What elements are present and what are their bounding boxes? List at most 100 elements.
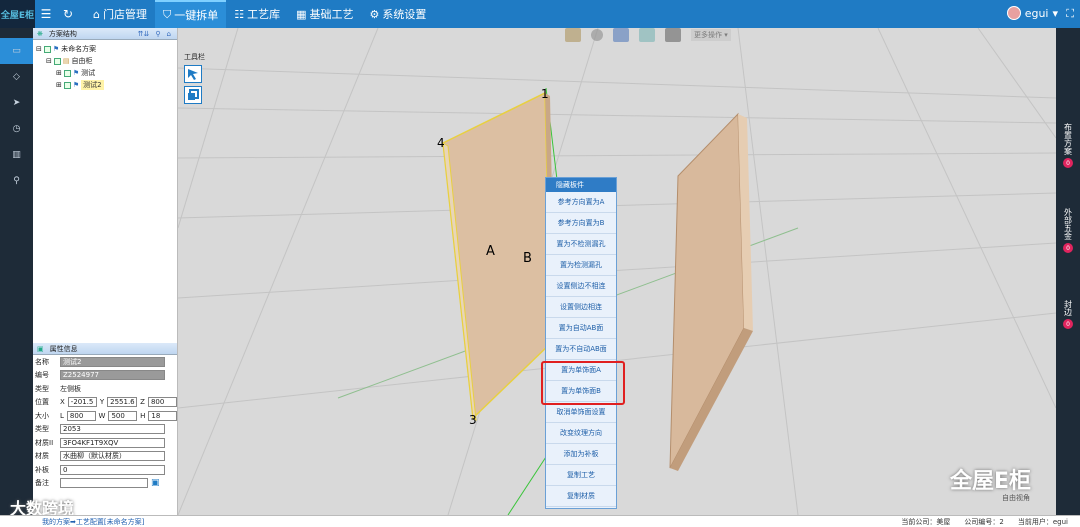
- ctx-no-auto-ab[interactable]: 置为不自动AB面: [546, 339, 616, 360]
- viewport-toolbar: 更多操作 ▾: [565, 28, 731, 42]
- diamond-icon[interactable]: ◇: [0, 64, 33, 90]
- properties-header: ▣ 属性信息: [33, 343, 177, 355]
- panel-test2[interactable]: [442, 91, 555, 422]
- more-ops-dropdown[interactable]: 更多操作 ▾: [691, 29, 731, 41]
- checkbox[interactable]: [63, 81, 71, 89]
- board-icon: ⚑: [72, 69, 80, 77]
- floor-grid: [177, 27, 1057, 516]
- corner-label-3: 3: [469, 413, 477, 427]
- toolbox: 工具栏: [184, 52, 205, 104]
- prop-material: 材质 水曲柳（默认材质）: [33, 450, 177, 464]
- checkbox[interactable]: [63, 69, 71, 77]
- scheme-tree-panel: ❋ 方案结构 ⇈⇊ ⚲ ⌂ ⊟ ⚑ 未命名方案 ⊟ ▤ 自由柜 ⊞ ⚑ 测试 ⊞ ⚑ 测试2: [33, 28, 178, 343]
- pos-x-field[interactable]: -201.5: [67, 397, 97, 408]
- nav-process-library[interactable]: ☷ 工艺库: [226, 0, 288, 28]
- username: egui: [1024, 6, 1049, 20]
- corner-label-1: 1: [541, 87, 549, 101]
- note-field[interactable]: [60, 478, 148, 489]
- tree-header: ❋ 方案结构 ⇈⇊ ⚲ ⌂: [33, 28, 177, 40]
- count-badge: 0: [1063, 319, 1073, 329]
- fullscreen-icon[interactable]: ⛶: [1066, 7, 1074, 21]
- 3d-viewport[interactable]: 1 4 3 A B: [177, 27, 1057, 516]
- ctx-add-patch[interactable]: 添加为补板: [546, 444, 616, 465]
- clock-icon[interactable]: ◷: [0, 116, 33, 142]
- tree-title: 方案结构: [48, 29, 77, 38]
- refresh-icon[interactable]: ↻: [57, 7, 79, 21]
- prop-size: 大小 L 800 W 500 H 18: [33, 409, 178, 423]
- size-h-field[interactable]: 18: [148, 410, 178, 421]
- face-label-a: A: [486, 244, 495, 259]
- ctx-auto-ab[interactable]: 置为自动AB面: [546, 318, 616, 339]
- tab-edge-banding[interactable]: 封边 0: [1056, 300, 1080, 329]
- patch-field[interactable]: 0: [60, 464, 165, 475]
- avatar: [1006, 6, 1021, 20]
- chevron-down-icon: ▾: [1052, 6, 1058, 20]
- save-icon[interactable]: ▣: [151, 478, 160, 488]
- target-tool-icon[interactable]: [591, 29, 603, 41]
- menu-icon[interactable]: ☰: [35, 7, 57, 21]
- material-field[interactable]: 水曲柳（默认材质）: [60, 451, 165, 462]
- home-icon[interactable]: ⌂: [167, 30, 171, 38]
- ctx-no-detect-holes[interactable]: 置为不检测漏孔: [546, 234, 616, 255]
- folder-icon: ▤: [62, 57, 70, 65]
- checkbox[interactable]: [53, 57, 61, 65]
- material-code-field[interactable]: 3FO4KF1T9XQV: [60, 437, 165, 448]
- ctx-copy-material[interactable]: 复制材质: [546, 486, 616, 507]
- flag-icon: ⚑: [52, 45, 60, 53]
- tree-node-test[interactable]: ⊞ ⚑ 测试: [33, 67, 177, 79]
- count-badge: 0: [1063, 158, 1073, 168]
- user-menu[interactable]: egui ▾: [1006, 6, 1058, 20]
- ctx-hide-panel[interactable]: 隐藏板件: [546, 178, 616, 192]
- info-icon: ▣: [37, 344, 44, 353]
- lightning-tool-icon[interactable]: [665, 28, 681, 42]
- collapse-all-icon[interactable]: ⇈⇊: [138, 30, 150, 38]
- layers-tool-icon[interactable]: [613, 28, 629, 42]
- corner-label-4: 4: [437, 136, 445, 150]
- grid-icon: ▦: [296, 7, 307, 21]
- pos-z-field[interactable]: 800: [147, 397, 177, 408]
- top-bar: 全屋E柜 ☰ ↻ ⌂ 门店管理 ⛉ 一键拆单 ☷ 工艺库 ▦ 基础工艺 ⚙ 系统设置 eg…: [0, 0, 1080, 28]
- size-l-field[interactable]: 800: [66, 410, 96, 421]
- nav-store-management[interactable]: ⌂ 门店管理: [85, 0, 155, 28]
- trash-icon[interactable]: ▥: [0, 142, 33, 168]
- list-icon: ☷: [234, 7, 245, 21]
- tab-external-hardware[interactable]: 外部五金 0: [1056, 208, 1080, 253]
- prop-note: 备注 ▣: [35, 478, 160, 489]
- copy-icon[interactable]: [184, 86, 202, 104]
- pos-y-field[interactable]: 2551.6: [107, 397, 138, 408]
- tab-layout-scheme[interactable]: 布置方案 0: [1056, 123, 1080, 168]
- main-nav: ⌂ 门店管理 ⛉ 一键拆单 ☷ 工艺库 ▦ 基础工艺 ⚙ 系统设置: [85, 0, 434, 28]
- panel-test[interactable]: [669, 112, 753, 471]
- card-icon[interactable]: ▭: [0, 38, 33, 64]
- size-w-field[interactable]: 500: [108, 410, 138, 421]
- tree-node-scheme[interactable]: ⊟ ⚑ 未命名方案: [33, 43, 177, 55]
- fullscreen-tool-icon[interactable]: [639, 28, 655, 42]
- ctx-side-connected[interactable]: 设置侧边相连: [546, 297, 616, 318]
- gear-icon: ⚙: [369, 7, 380, 21]
- nav-system-settings[interactable]: ⚙ 系统设置: [362, 0, 435, 28]
- breadcrumb[interactable]: 我的方案➡工艺配置[未命名方案]: [42, 517, 144, 527]
- kind-field[interactable]: 2053: [60, 424, 165, 435]
- ctx-ref-dir-a[interactable]: 参考方向置为A: [546, 192, 616, 213]
- select-arrow-icon[interactable]: [184, 65, 202, 83]
- prop-code: 编号 Z2524977: [33, 369, 177, 383]
- ctx-copy-process[interactable]: 复制工艺: [546, 465, 616, 486]
- checkbox[interactable]: [43, 45, 51, 53]
- ctx-cancel-single-face[interactable]: 取消单饰面设置: [546, 402, 616, 423]
- ctx-side-not-connected[interactable]: 设置侧边不相连: [546, 276, 616, 297]
- tree-node-test2[interactable]: ⊞ ⚑ 测试2: [33, 79, 177, 91]
- count-badge: 0: [1063, 243, 1073, 253]
- tree-icon: ❋: [37, 29, 43, 38]
- nav-one-click-split[interactable]: ⛉ 一键拆单: [154, 0, 227, 28]
- search-icon[interactable]: ⚲: [0, 168, 33, 194]
- tree-node-cabinet[interactable]: ⊟ ▤ 自由柜: [33, 55, 177, 67]
- send-icon[interactable]: ➤: [0, 90, 33, 116]
- ctx-change-grain[interactable]: 改变纹理方向: [546, 423, 616, 444]
- prop-material-code: 材质II 3FO4KF1T9XQV: [33, 436, 177, 450]
- shield-icon: ⛉: [162, 8, 172, 21]
- box-tool-icon[interactable]: [565, 28, 581, 42]
- search-icon[interactable]: ⚲: [155, 30, 160, 38]
- nav-basic-process[interactable]: ▦ 基础工艺: [288, 0, 361, 28]
- ctx-detect-holes[interactable]: 置为检测漏孔: [546, 255, 616, 276]
- ctx-ref-dir-b[interactable]: 参考方向置为B: [546, 213, 616, 234]
